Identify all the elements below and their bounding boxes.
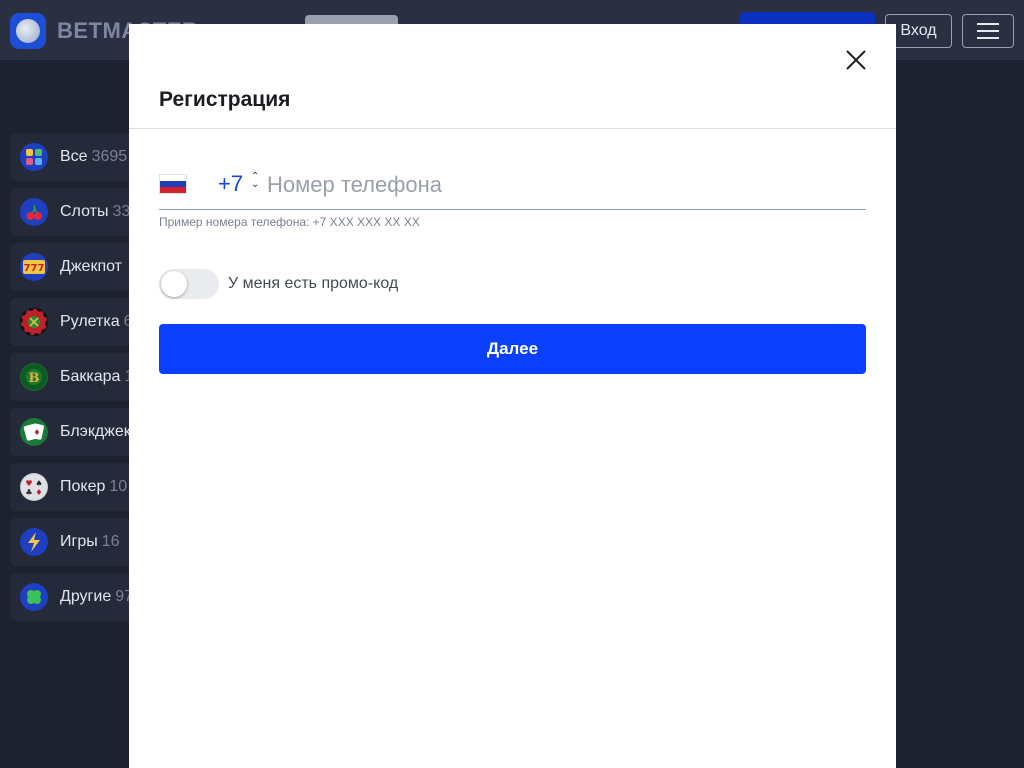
russia-flag-icon[interactable]: [159, 174, 187, 194]
category-label: Все: [60, 148, 88, 165]
svg-text:♦: ♦: [35, 488, 42, 497]
modal-title: Регистрация: [159, 88, 291, 111]
chevron-up-down-icon[interactable]: ⌃ ⌄: [251, 172, 259, 190]
phone-field: +7 ⌃ ⌄: [159, 164, 866, 210]
svg-text:B: B: [29, 371, 40, 386]
close-icon[interactable]: [844, 48, 868, 72]
category-count: 3695: [91, 148, 128, 165]
phone-input[interactable]: [267, 168, 857, 202]
svg-text:♣: ♣: [25, 488, 32, 497]
blackjack-cards-icon: ♦: [20, 418, 48, 446]
roulette-icon: [20, 308, 48, 336]
category-label: Слоты: [60, 203, 109, 220]
category-count: 10: [109, 478, 128, 495]
category-count: 16: [101, 533, 120, 550]
next-button[interactable]: Далее: [159, 324, 866, 374]
betmaster-logo-icon[interactable]: [10, 13, 46, 49]
svg-text:♠: ♠: [35, 479, 42, 488]
promo-label: У меня есть промо-код: [228, 275, 399, 292]
lightning-icon: [20, 528, 48, 556]
category-label: Баккара: [60, 368, 121, 385]
toggle-knob: [161, 271, 187, 297]
promo-toggle[interactable]: [159, 269, 219, 299]
svg-text:♥: ♥: [25, 479, 32, 488]
all-grid-icon: [20, 143, 48, 171]
category-label: Джекпот: [60, 258, 122, 275]
divider: [129, 128, 896, 129]
category-label: Другие: [60, 588, 112, 605]
hamburger-menu-icon[interactable]: [962, 14, 1014, 48]
clover-icon: [20, 583, 48, 611]
category-label: Рулетка: [60, 313, 120, 330]
category-label: Блэкджек: [60, 423, 131, 440]
country-code[interactable]: +7: [218, 171, 243, 197]
registration-modal: Регистрация +7 ⌃⌄ Пример номера телефона…: [129, 24, 896, 768]
baccarat-icon: B: [20, 363, 48, 391]
svg-text:♦: ♦: [33, 428, 40, 437]
category-label: Покер: [60, 478, 106, 495]
svg-text:777: 777: [24, 263, 45, 274]
jackpot-777-icon: 777: [20, 253, 48, 281]
cherry-icon: [20, 198, 48, 226]
phone-hint: Пример номера телефона: +7 XXX XXX XX XX: [159, 215, 420, 229]
category-label: Игры: [60, 533, 98, 550]
poker-chip-icon: ♥ ♠ ♣ ♦: [20, 473, 48, 501]
